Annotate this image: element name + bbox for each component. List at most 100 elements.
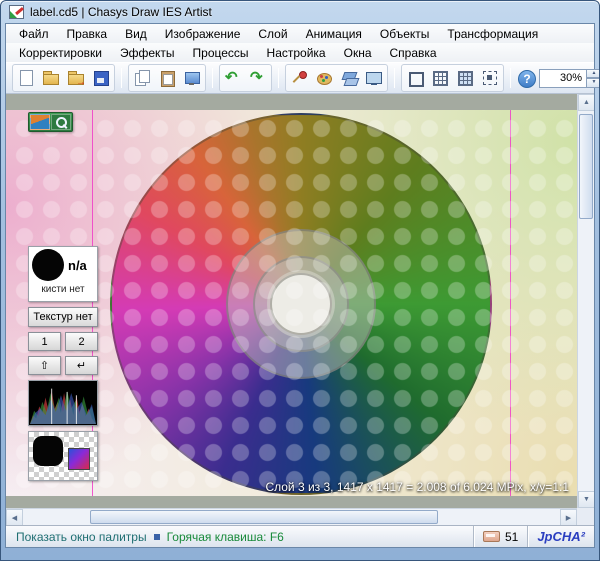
zoom-increase-button[interactable] <box>587 69 600 79</box>
menu-bar-row-2: Корректировки Эффекты Процессы Настройка… <box>6 43 594 62</box>
cd-stacking-ring <box>253 256 349 352</box>
palette-button[interactable] <box>312 66 336 90</box>
menu-item-effects[interactable]: Эффекты <box>111 43 184 62</box>
undo-button[interactable] <box>221 66 245 90</box>
brand-logo: JpCHA² <box>537 529 585 544</box>
menu-item-image[interactable]: Изображение <box>156 24 250 43</box>
canvas-workspace[interactable]: Слой 3 из 3, 1417 x 1417 = 2.008 of 6.02… <box>6 94 577 508</box>
texture-button[interactable]: Текстур нет <box>28 307 98 327</box>
menu-item-view[interactable]: Вид <box>116 24 156 43</box>
scroll-right-button[interactable] <box>560 509 577 525</box>
arrow-button-row: ⇧ ↵ <box>28 356 98 375</box>
screenshot-icon <box>183 69 201 87</box>
toolbar-separator <box>510 68 511 88</box>
save-button[interactable] <box>89 66 113 90</box>
help-icon <box>517 69 535 87</box>
help-button[interactable] <box>517 66 535 90</box>
copy-icon <box>133 69 151 87</box>
toolbar-separator <box>121 68 122 88</box>
canvas-area: Слой 3 из 3, 1417 x 1417 = 2.008 of 6.02… <box>6 94 594 525</box>
status-counter-section: 51 <box>473 526 527 547</box>
open-folder-button[interactable] <box>39 66 63 90</box>
crop-button[interactable] <box>403 66 427 90</box>
new-file-button[interactable] <box>14 66 38 90</box>
secondary-color-swatch[interactable] <box>68 448 90 470</box>
scroll-left-button[interactable] <box>6 509 23 525</box>
preset-button-row: 1 2 <box>28 332 98 351</box>
primary-color-swatch[interactable] <box>33 436 63 466</box>
pin-button[interactable] <box>287 66 311 90</box>
status-bar: Показать окно палитры Горячая клавиша: F… <box>6 525 594 547</box>
histogram-panel[interactable] <box>28 380 98 426</box>
open-folder-icon <box>42 69 60 87</box>
crop-icon <box>406 69 424 87</box>
zoom-value[interactable]: 30% <box>539 69 587 88</box>
toolbar-group-view <box>401 64 504 92</box>
snap-grid-button[interactable] <box>453 66 477 90</box>
menu-item-file[interactable]: Файл <box>10 24 58 43</box>
menu-item-help[interactable]: Справка <box>381 43 446 62</box>
zoom-control: 30% <box>539 69 600 88</box>
preset-2-button[interactable]: 2 <box>65 332 98 351</box>
horizontal-scroll-thumb[interactable] <box>90 510 438 524</box>
cd-disc <box>110 113 492 495</box>
hotkey-hint-text: Горячая клавиша: F6 <box>167 530 284 544</box>
arrow-return-button[interactable]: ↵ <box>65 356 98 375</box>
snap-grid-icon <box>456 69 474 87</box>
horizontal-scrollbar[interactable] <box>6 508 577 525</box>
status-bullet-icon <box>154 534 160 540</box>
zoom-tool-button[interactable] <box>51 114 71 130</box>
menu-item-objects[interactable]: Объекты <box>371 24 439 43</box>
menu-item-animation[interactable]: Анимация <box>297 24 371 43</box>
thumbnail-button[interactable] <box>30 114 50 130</box>
menu-item-transform[interactable]: Трансформация <box>438 24 547 43</box>
paste-button[interactable] <box>155 66 179 90</box>
menu-item-edit[interactable]: Правка <box>58 24 117 43</box>
zoom-decrease-button[interactable] <box>587 78 600 88</box>
palette-hint-text: Показать окно палитры <box>16 530 147 544</box>
arrow-up-button[interactable]: ⇧ <box>28 356 61 375</box>
vertical-scrollbar[interactable] <box>577 94 594 508</box>
preset-1-button[interactable]: 1 <box>28 332 61 351</box>
app-window: label.cd5 | Chasys Draw IES Artist Файл … <box>0 0 600 561</box>
main-toolbar: 30% <box>6 62 594 94</box>
redo-icon <box>249 69 267 87</box>
menu-item-windows[interactable]: Окна <box>335 43 381 62</box>
cd-hub-ring <box>226 229 376 379</box>
layers-button[interactable] <box>337 66 361 90</box>
menu-item-adjustments[interactable]: Корректировки <box>10 43 111 62</box>
fit-screen-icon <box>481 69 499 87</box>
tool-options-panel: n/a кисти нет Текстур нет 1 2 ⇧ ↵ <box>28 246 98 481</box>
save-icon <box>92 69 110 87</box>
toolbar-group-file <box>12 64 115 92</box>
display-button[interactable] <box>362 66 386 90</box>
toolbar-separator <box>212 68 213 88</box>
brush-preview-panel[interactable]: n/a кисти нет <box>28 246 98 302</box>
paste-icon <box>158 69 176 87</box>
vertical-scroll-thumb[interactable] <box>579 114 593 219</box>
pin-icon <box>290 69 308 87</box>
title-bar[interactable]: label.cd5 | Chasys Draw IES Artist <box>1 1 599 23</box>
scroll-down-button[interactable] <box>578 491 594 508</box>
import-button[interactable] <box>64 66 88 90</box>
screenshot-button[interactable] <box>180 66 204 90</box>
import-icon <box>67 69 85 87</box>
brush-preview-icon <box>32 249 64 281</box>
menu-item-settings[interactable]: Настройка <box>258 43 335 62</box>
scroll-up-button[interactable] <box>578 94 594 111</box>
mini-toolbar <box>28 112 73 132</box>
status-brand-section: JpCHA² <box>527 526 594 547</box>
menu-item-processes[interactable]: Процессы <box>184 43 258 62</box>
brush-caption: кисти нет <box>32 284 94 295</box>
window-title: label.cd5 | Chasys Draw IES Artist <box>30 5 212 19</box>
toolbar-group-clipboard <box>128 64 206 92</box>
redo-button[interactable] <box>246 66 270 90</box>
chalk-icon <box>483 531 500 542</box>
menu-item-layer[interactable]: Слой <box>249 24 296 43</box>
scrollbar-corner <box>577 508 594 525</box>
grid-button[interactable] <box>428 66 452 90</box>
display-icon <box>365 69 383 87</box>
layers-icon <box>340 69 358 87</box>
fit-screen-button[interactable] <box>478 66 502 90</box>
copy-button[interactable] <box>130 66 154 90</box>
